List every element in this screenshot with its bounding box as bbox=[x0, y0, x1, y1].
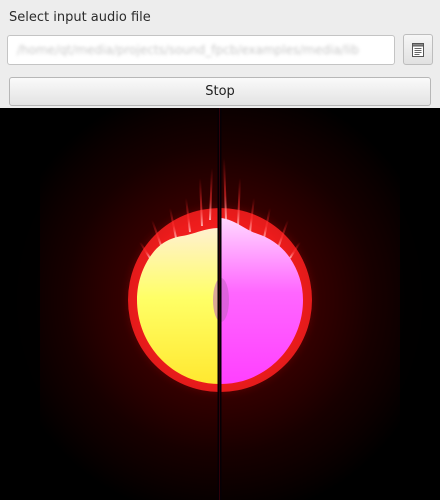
file-path-input[interactable]: /home/qt/media/projects/sound_fpcb/examp… bbox=[7, 35, 395, 65]
audio-player-window: Select input audio file /home/qt/media/p… bbox=[0, 0, 440, 500]
file-path-value: /home/qt/media/projects/sound_fpcb/examp… bbox=[17, 43, 360, 57]
audio-visualizer bbox=[0, 108, 440, 500]
browse-file-button[interactable] bbox=[403, 34, 433, 65]
document-icon bbox=[412, 42, 424, 57]
visualizer-canvas bbox=[0, 108, 440, 500]
stop-button[interactable]: Stop bbox=[9, 77, 431, 106]
select-file-label: Select input audio file bbox=[9, 10, 151, 25]
